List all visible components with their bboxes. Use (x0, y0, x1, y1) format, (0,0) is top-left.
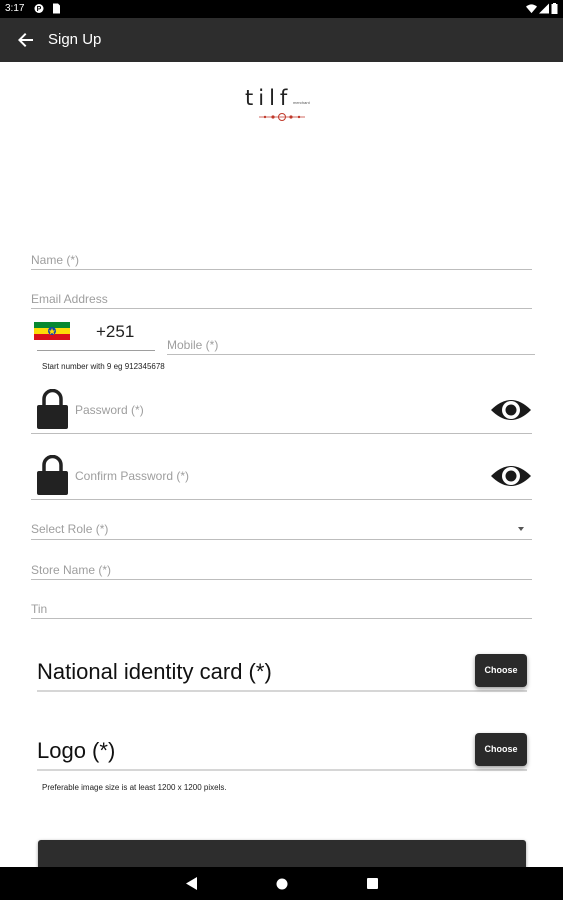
page-title: Sign Up (48, 31, 102, 48)
dropdown-arrow-icon (518, 527, 524, 531)
confirm-password-input[interactable] (75, 469, 495, 483)
tin-field[interactable] (31, 597, 532, 619)
role-select-placeholder: Select Role (*) (31, 522, 109, 536)
national-id-upload-row: National identity card (*) Choose (37, 654, 527, 692)
eye-icon[interactable] (490, 461, 532, 491)
password-field[interactable] (31, 395, 532, 434)
mobile-hint: Start number with 9 eg 912345678 (42, 362, 165, 371)
choose-logo-button[interactable]: Choose (475, 733, 527, 766)
mobile-input[interactable] (167, 338, 535, 352)
choose-national-id-button[interactable]: Choose (475, 654, 527, 687)
national-id-label: National identity card (*) (37, 659, 272, 684)
name-field[interactable] (31, 248, 532, 270)
logo-ornament (259, 113, 305, 121)
back-arrow-icon[interactable] (14, 28, 38, 52)
nav-recents-icon[interactable] (367, 878, 378, 889)
app-notification-icon: P (34, 4, 44, 13)
store-name-field[interactable] (31, 558, 532, 580)
sim-card-icon (53, 3, 60, 14)
email-input[interactable] (31, 292, 532, 306)
logo-wordmark: tilf (245, 86, 293, 110)
nav-home-icon[interactable] (276, 878, 288, 890)
image-size-hint: Preferable image size is at least 1200 x… (42, 783, 227, 792)
email-field[interactable] (31, 287, 532, 309)
nav-back-icon[interactable] (186, 877, 197, 890)
country-code-picker[interactable] (37, 330, 155, 351)
battery-icon (551, 3, 558, 14)
logo-tag: merchant (293, 100, 310, 105)
status-bar: 3:17 P (0, 0, 563, 18)
mobile-field[interactable] (167, 334, 535, 355)
name-input[interactable] (31, 253, 532, 267)
eye-icon[interactable] (490, 395, 532, 425)
logo-upload-row: Logo (*) Choose (37, 733, 527, 771)
svg-text:P: P (37, 6, 42, 13)
system-navigation-bar (0, 867, 563, 900)
status-time: 3:17 (5, 3, 25, 14)
wifi-icon (526, 4, 537, 14)
brand-logo: tilf merchant (245, 86, 325, 126)
confirm-password-field[interactable] (31, 461, 532, 500)
logo-upload-label: Logo (*) (37, 738, 116, 763)
signal-icon (539, 3, 549, 14)
password-input[interactable] (75, 403, 495, 417)
store-name-input[interactable] (31, 563, 532, 577)
tin-input[interactable] (31, 602, 532, 616)
role-select[interactable]: Select Role (*) (31, 518, 532, 540)
app-bar: Sign Up (0, 18, 563, 62)
